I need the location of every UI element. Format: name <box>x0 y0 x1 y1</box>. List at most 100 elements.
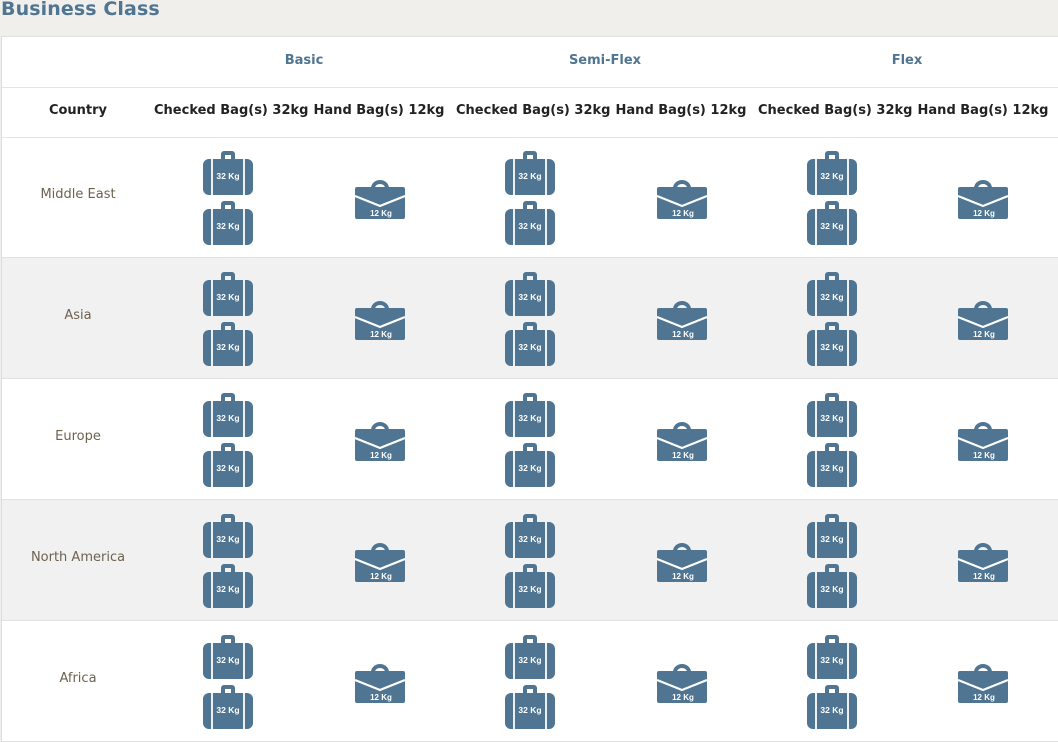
suitcase-icon: 32 Kg <box>806 634 858 680</box>
suitcase-icon: 32 Kg <box>504 513 556 559</box>
column-checked-semi-flex: Checked Bag(s) 32kg <box>456 103 611 118</box>
svg-text:12 Kg: 12 Kg <box>370 330 392 339</box>
briefcase-icon: 12 Kg <box>656 296 708 342</box>
baggage-table: Basic Semi-Flex Flex Country Checked Bag… <box>1 36 1058 742</box>
svg-text:12 Kg: 12 Kg <box>672 451 694 460</box>
briefcase-icon: 12 Kg <box>957 175 1009 221</box>
svg-text:32 Kg: 32 Kg <box>518 463 541 473</box>
briefcase-icon: 12 Kg <box>656 175 708 221</box>
column-hand-basic: Hand Bag(s) 12kg <box>313 103 445 118</box>
suitcase-icon: 32 Kg <box>806 563 858 609</box>
svg-text:32 Kg: 32 Kg <box>216 413 239 423</box>
page-title: Business Class <box>1 0 160 20</box>
svg-text:32 Kg: 32 Kg <box>820 705 843 715</box>
svg-text:12 Kg: 12 Kg <box>672 209 694 218</box>
briefcase-icon: 12 Kg <box>656 417 708 463</box>
briefcase-icon: 12 Kg <box>957 659 1009 705</box>
briefcase-icon: 12 Kg <box>354 659 406 705</box>
suitcase-icon: 32 Kg <box>504 150 556 196</box>
svg-text:32 Kg: 32 Kg <box>216 584 239 594</box>
suitcase-icon: 32 Kg <box>806 200 858 246</box>
suitcase-icon: 32 Kg <box>504 200 556 246</box>
column-header-row: Country Checked Bag(s) 32kg Hand Bag(s) … <box>2 87 1058 138</box>
column-country: Country <box>48 103 108 118</box>
suitcase-icon: 32 Kg <box>202 634 254 680</box>
svg-text:32 Kg: 32 Kg <box>820 171 843 181</box>
suitcase-icon: 32 Kg <box>806 513 858 559</box>
svg-text:32 Kg: 32 Kg <box>820 292 843 302</box>
svg-text:32 Kg: 32 Kg <box>518 292 541 302</box>
table-row: Europe 32 Kg 32 Kg 32 Kg 32 Kg 32 Kg 32 … <box>2 379 1058 500</box>
svg-text:12 Kg: 12 Kg <box>973 330 995 339</box>
svg-text:32 Kg: 32 Kg <box>216 534 239 544</box>
suitcase-icon: 32 Kg <box>202 321 254 367</box>
svg-text:32 Kg: 32 Kg <box>820 655 843 665</box>
suitcase-icon: 32 Kg <box>806 684 858 730</box>
svg-text:12 Kg: 12 Kg <box>370 451 392 460</box>
svg-text:32 Kg: 32 Kg <box>216 292 239 302</box>
suitcase-icon: 32 Kg <box>202 513 254 559</box>
suitcase-icon: 32 Kg <box>202 271 254 317</box>
svg-text:12 Kg: 12 Kg <box>672 572 694 581</box>
svg-text:32 Kg: 32 Kg <box>820 221 843 231</box>
svg-text:12 Kg: 12 Kg <box>370 693 392 702</box>
fare-type-flex: Flex <box>891 53 923 68</box>
svg-text:32 Kg: 32 Kg <box>820 413 843 423</box>
suitcase-icon: 32 Kg <box>504 563 556 609</box>
suitcase-icon: 32 Kg <box>504 442 556 488</box>
briefcase-icon: 12 Kg <box>957 417 1009 463</box>
suitcase-icon: 32 Kg <box>806 271 858 317</box>
table-row: Middle East 32 Kg 32 Kg 32 Kg 32 Kg 32 K… <box>2 137 1058 258</box>
svg-text:32 Kg: 32 Kg <box>820 463 843 473</box>
svg-text:12 Kg: 12 Kg <box>672 693 694 702</box>
svg-text:12 Kg: 12 Kg <box>973 693 995 702</box>
svg-text:32 Kg: 32 Kg <box>216 655 239 665</box>
svg-text:32 Kg: 32 Kg <box>518 655 541 665</box>
svg-text:32 Kg: 32 Kg <box>216 705 239 715</box>
briefcase-icon: 12 Kg <box>957 296 1009 342</box>
briefcase-icon: 12 Kg <box>354 296 406 342</box>
suitcase-icon: 32 Kg <box>504 271 556 317</box>
column-hand-semi-flex: Hand Bag(s) 12kg <box>615 103 747 118</box>
svg-text:32 Kg: 32 Kg <box>216 463 239 473</box>
suitcase-icon: 32 Kg <box>504 321 556 367</box>
suitcase-icon: 32 Kg <box>202 200 254 246</box>
svg-text:32 Kg: 32 Kg <box>518 342 541 352</box>
suitcase-icon: 32 Kg <box>202 442 254 488</box>
fare-type-basic: Basic <box>284 53 324 68</box>
svg-text:32 Kg: 32 Kg <box>518 413 541 423</box>
svg-text:32 Kg: 32 Kg <box>518 584 541 594</box>
suitcase-icon: 32 Kg <box>202 150 254 196</box>
suitcase-icon: 32 Kg <box>202 392 254 438</box>
suitcase-icon: 32 Kg <box>504 392 556 438</box>
fare-type-semi-flex: Semi-Flex <box>568 53 642 68</box>
svg-text:32 Kg: 32 Kg <box>518 221 541 231</box>
briefcase-icon: 12 Kg <box>656 659 708 705</box>
briefcase-icon: 12 Kg <box>656 538 708 584</box>
svg-text:12 Kg: 12 Kg <box>973 209 995 218</box>
country-label: North America <box>30 550 126 565</box>
fare-type-header-row: Basic Semi-Flex Flex <box>2 37 1058 88</box>
country-label: Middle East <box>40 187 116 202</box>
svg-text:32 Kg: 32 Kg <box>216 171 239 181</box>
briefcase-icon: 12 Kg <box>354 417 406 463</box>
svg-text:12 Kg: 12 Kg <box>370 572 392 581</box>
svg-text:32 Kg: 32 Kg <box>518 534 541 544</box>
suitcase-icon: 32 Kg <box>202 563 254 609</box>
country-label: Africa <box>59 671 97 686</box>
svg-text:12 Kg: 12 Kg <box>973 572 995 581</box>
briefcase-icon: 12 Kg <box>354 538 406 584</box>
svg-text:32 Kg: 32 Kg <box>216 221 239 231</box>
table-row: North America 32 Kg 32 Kg 32 Kg 32 Kg 32… <box>2 500 1058 621</box>
column-checked-flex: Checked Bag(s) 32kg <box>758 103 913 118</box>
svg-text:32 Kg: 32 Kg <box>518 705 541 715</box>
svg-text:32 Kg: 32 Kg <box>820 534 843 544</box>
svg-text:32 Kg: 32 Kg <box>216 342 239 352</box>
suitcase-icon: 32 Kg <box>806 442 858 488</box>
country-label: Asia <box>64 308 92 323</box>
suitcase-icon: 32 Kg <box>202 684 254 730</box>
table-row: Asia 32 Kg 32 Kg 32 Kg 32 Kg 32 Kg 32 Kg <box>2 258 1058 379</box>
svg-text:12 Kg: 12 Kg <box>973 451 995 460</box>
suitcase-icon: 32 Kg <box>504 684 556 730</box>
svg-text:12 Kg: 12 Kg <box>672 330 694 339</box>
